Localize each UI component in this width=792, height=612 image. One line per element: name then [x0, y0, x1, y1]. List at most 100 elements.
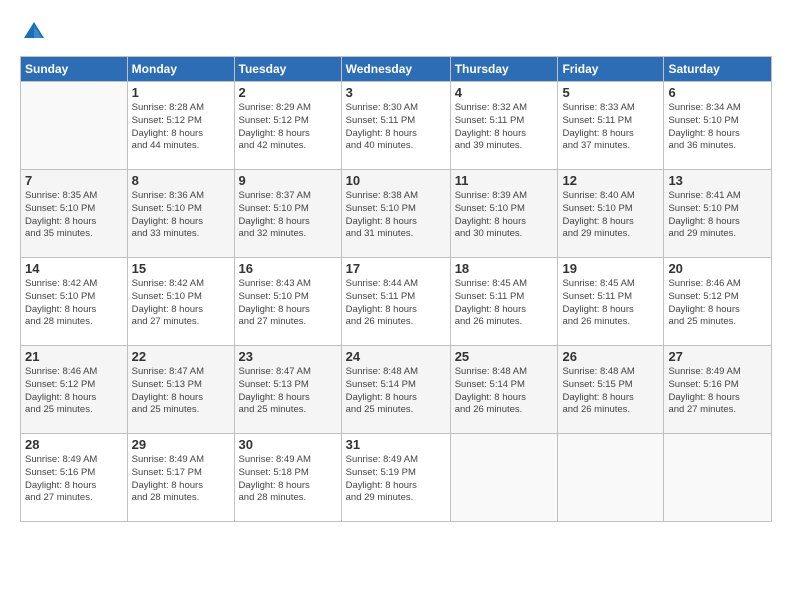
calendar-cell: 25 Sunrise: 8:48 AM Sunset: 5:14 PM Dayli… [450, 346, 558, 434]
calendar-cell: 15 Sunrise: 8:42 AM Sunset: 5:10 PM Dayli… [127, 258, 234, 346]
day-number: 5 [562, 85, 659, 100]
calendar-week-row: 1 Sunrise: 8:28 AM Sunset: 5:12 PM Daylig… [21, 82, 772, 170]
calendar-day-header: Thursday [450, 57, 558, 82]
calendar-cell: 14 Sunrise: 8:42 AM Sunset: 5:10 PM Dayli… [21, 258, 128, 346]
day-detail: Sunrise: 8:43 AM Sunset: 5:10 PM Dayligh… [239, 278, 337, 329]
calendar-week-row: 28Sunrise: 8:49 AM Sunset: 5:16 PM Dayli… [21, 434, 772, 522]
calendar-cell: 10 Sunrise: 8:38 AM Sunset: 5:10 PM Dayli… [341, 170, 450, 258]
calendar-cell [664, 434, 772, 522]
day-number: 17 [346, 261, 446, 276]
day-detail: Sunrise: 8:28 AM Sunset: 5:12 PM Dayligh… [132, 102, 230, 153]
day-number: 8 [132, 173, 230, 188]
day-number: 12 [562, 173, 659, 188]
day-number: 15 [132, 261, 230, 276]
day-number: 23 [239, 349, 337, 364]
calendar-cell: 7 Sunrise: 8:35 AM Sunset: 5:10 PM Daylig… [21, 170, 128, 258]
day-detail: Sunrise: 8:49 AM Sunset: 5:16 PM Dayligh… [25, 454, 123, 505]
calendar-day-header: Wednesday [341, 57, 450, 82]
day-number: 20 [668, 261, 767, 276]
calendar-table: SundayMondayTuesdayWednesdayThursdayFrid… [20, 56, 772, 522]
day-detail: Sunrise: 8:36 AM Sunset: 5:10 PM Dayligh… [132, 190, 230, 241]
day-detail: Sunrise: 8:46 AM Sunset: 5:12 PM Dayligh… [25, 366, 123, 417]
calendar-cell [558, 434, 664, 522]
day-detail: Sunrise: 8:32 AM Sunset: 5:11 PM Dayligh… [455, 102, 554, 153]
day-number: 3 [346, 85, 446, 100]
day-number: 26 [562, 349, 659, 364]
day-number: 9 [239, 173, 337, 188]
day-detail: Sunrise: 8:49 AM Sunset: 5:18 PM Dayligh… [239, 454, 337, 505]
day-number: 21 [25, 349, 123, 364]
page: SundayMondayTuesdayWednesdayThursdayFrid… [0, 0, 792, 612]
day-detail: Sunrise: 8:48 AM Sunset: 5:15 PM Dayligh… [562, 366, 659, 417]
day-number: 24 [346, 349, 446, 364]
day-number: 2 [239, 85, 337, 100]
calendar-cell: 24 Sunrise: 8:48 AM Sunset: 5:14 PM Dayli… [341, 346, 450, 434]
calendar-cell: 17 Sunrise: 8:44 AM Sunset: 5:11 PM Dayli… [341, 258, 450, 346]
day-number: 18 [455, 261, 554, 276]
calendar-day-header: Tuesday [234, 57, 341, 82]
day-detail: Sunrise: 8:49 AM Sunset: 5:16 PM Dayligh… [668, 366, 767, 417]
calendar-cell: 30 Sunrise: 8:49 AM Sunset: 5:18 PM Dayli… [234, 434, 341, 522]
day-detail: Sunrise: 8:47 AM Sunset: 5:13 PM Dayligh… [132, 366, 230, 417]
day-detail: Sunrise: 8:39 AM Sunset: 5:10 PM Dayligh… [455, 190, 554, 241]
calendar-cell: 5 Sunrise: 8:33 AM Sunset: 5:11 PM Daylig… [558, 82, 664, 170]
calendar-cell: 13Sunrise: 8:41 AM Sunset: 5:10 PM Dayli… [664, 170, 772, 258]
calendar-header-row: SundayMondayTuesdayWednesdayThursdayFrid… [21, 57, 772, 82]
day-detail: Sunrise: 8:38 AM Sunset: 5:10 PM Dayligh… [346, 190, 446, 241]
calendar-cell: 29Sunrise: 8:49 AM Sunset: 5:17 PM Dayli… [127, 434, 234, 522]
day-number: 27 [668, 349, 767, 364]
calendar-day-header: Friday [558, 57, 664, 82]
day-detail: Sunrise: 8:46 AM Sunset: 5:12 PM Dayligh… [668, 278, 767, 329]
header [20, 18, 772, 46]
day-detail: Sunrise: 8:48 AM Sunset: 5:14 PM Dayligh… [346, 366, 446, 417]
day-number: 29 [132, 437, 230, 452]
calendar-cell: 18 Sunrise: 8:45 AM Sunset: 5:11 PM Dayli… [450, 258, 558, 346]
day-number: 11 [455, 173, 554, 188]
day-detail: Sunrise: 8:42 AM Sunset: 5:10 PM Dayligh… [25, 278, 123, 329]
calendar-week-row: 14 Sunrise: 8:42 AM Sunset: 5:10 PM Dayli… [21, 258, 772, 346]
day-detail: Sunrise: 8:42 AM Sunset: 5:10 PM Dayligh… [132, 278, 230, 329]
day-number: 16 [239, 261, 337, 276]
calendar-cell: 3Sunrise: 8:30 AM Sunset: 5:11 PM Daylig… [341, 82, 450, 170]
calendar-day-header: Sunday [21, 57, 128, 82]
day-number: 25 [455, 349, 554, 364]
calendar-cell: 26 Sunrise: 8:48 AM Sunset: 5:15 PM Dayli… [558, 346, 664, 434]
day-number: 19 [562, 261, 659, 276]
calendar-cell: 20 Sunrise: 8:46 AM Sunset: 5:12 PM Dayli… [664, 258, 772, 346]
calendar-cell: 2Sunrise: 8:29 AM Sunset: 5:12 PM Daylig… [234, 82, 341, 170]
calendar-cell: 28Sunrise: 8:49 AM Sunset: 5:16 PM Dayli… [21, 434, 128, 522]
calendar-cell: 19 Sunrise: 8:45 AM Sunset: 5:11 PM Dayli… [558, 258, 664, 346]
day-number: 6 [668, 85, 767, 100]
day-detail: Sunrise: 8:47 AM Sunset: 5:13 PM Dayligh… [239, 366, 337, 417]
day-number: 14 [25, 261, 123, 276]
logo-icon [20, 18, 48, 46]
day-detail: Sunrise: 8:40 AM Sunset: 5:10 PM Dayligh… [562, 190, 659, 241]
day-detail: Sunrise: 8:33 AM Sunset: 5:11 PM Dayligh… [562, 102, 659, 153]
calendar-day-header: Saturday [664, 57, 772, 82]
calendar-cell: 22 Sunrise: 8:47 AM Sunset: 5:13 PM Dayli… [127, 346, 234, 434]
day-number: 7 [25, 173, 123, 188]
calendar-week-row: 21 Sunrise: 8:46 AM Sunset: 5:12 PM Dayli… [21, 346, 772, 434]
day-detail: Sunrise: 8:44 AM Sunset: 5:11 PM Dayligh… [346, 278, 446, 329]
logo [20, 18, 52, 46]
day-detail: Sunrise: 8:45 AM Sunset: 5:11 PM Dayligh… [455, 278, 554, 329]
calendar-cell: 21 Sunrise: 8:46 AM Sunset: 5:12 PM Dayli… [21, 346, 128, 434]
calendar-cell: 16 Sunrise: 8:43 AM Sunset: 5:10 PM Dayli… [234, 258, 341, 346]
calendar-cell: 27 Sunrise: 8:49 AM Sunset: 5:16 PM Dayli… [664, 346, 772, 434]
day-number: 1 [132, 85, 230, 100]
day-number: 22 [132, 349, 230, 364]
day-number: 30 [239, 437, 337, 452]
calendar-cell: 6Sunrise: 8:34 AM Sunset: 5:10 PM Daylig… [664, 82, 772, 170]
day-detail: Sunrise: 8:49 AM Sunset: 5:19 PM Dayligh… [346, 454, 446, 505]
day-detail: Sunrise: 8:48 AM Sunset: 5:14 PM Dayligh… [455, 366, 554, 417]
day-number: 13 [668, 173, 767, 188]
calendar-cell: 1 Sunrise: 8:28 AM Sunset: 5:12 PM Daylig… [127, 82, 234, 170]
day-detail: Sunrise: 8:35 AM Sunset: 5:10 PM Dayligh… [25, 190, 123, 241]
day-detail: Sunrise: 8:45 AM Sunset: 5:11 PM Dayligh… [562, 278, 659, 329]
day-number: 4 [455, 85, 554, 100]
calendar-cell [21, 82, 128, 170]
calendar-cell: 11 Sunrise: 8:39 AM Sunset: 5:10 PM Dayli… [450, 170, 558, 258]
calendar-cell: 4 Sunrise: 8:32 AM Sunset: 5:11 PM Daylig… [450, 82, 558, 170]
day-number: 10 [346, 173, 446, 188]
calendar-cell: 23 Sunrise: 8:47 AM Sunset: 5:13 PM Dayli… [234, 346, 341, 434]
